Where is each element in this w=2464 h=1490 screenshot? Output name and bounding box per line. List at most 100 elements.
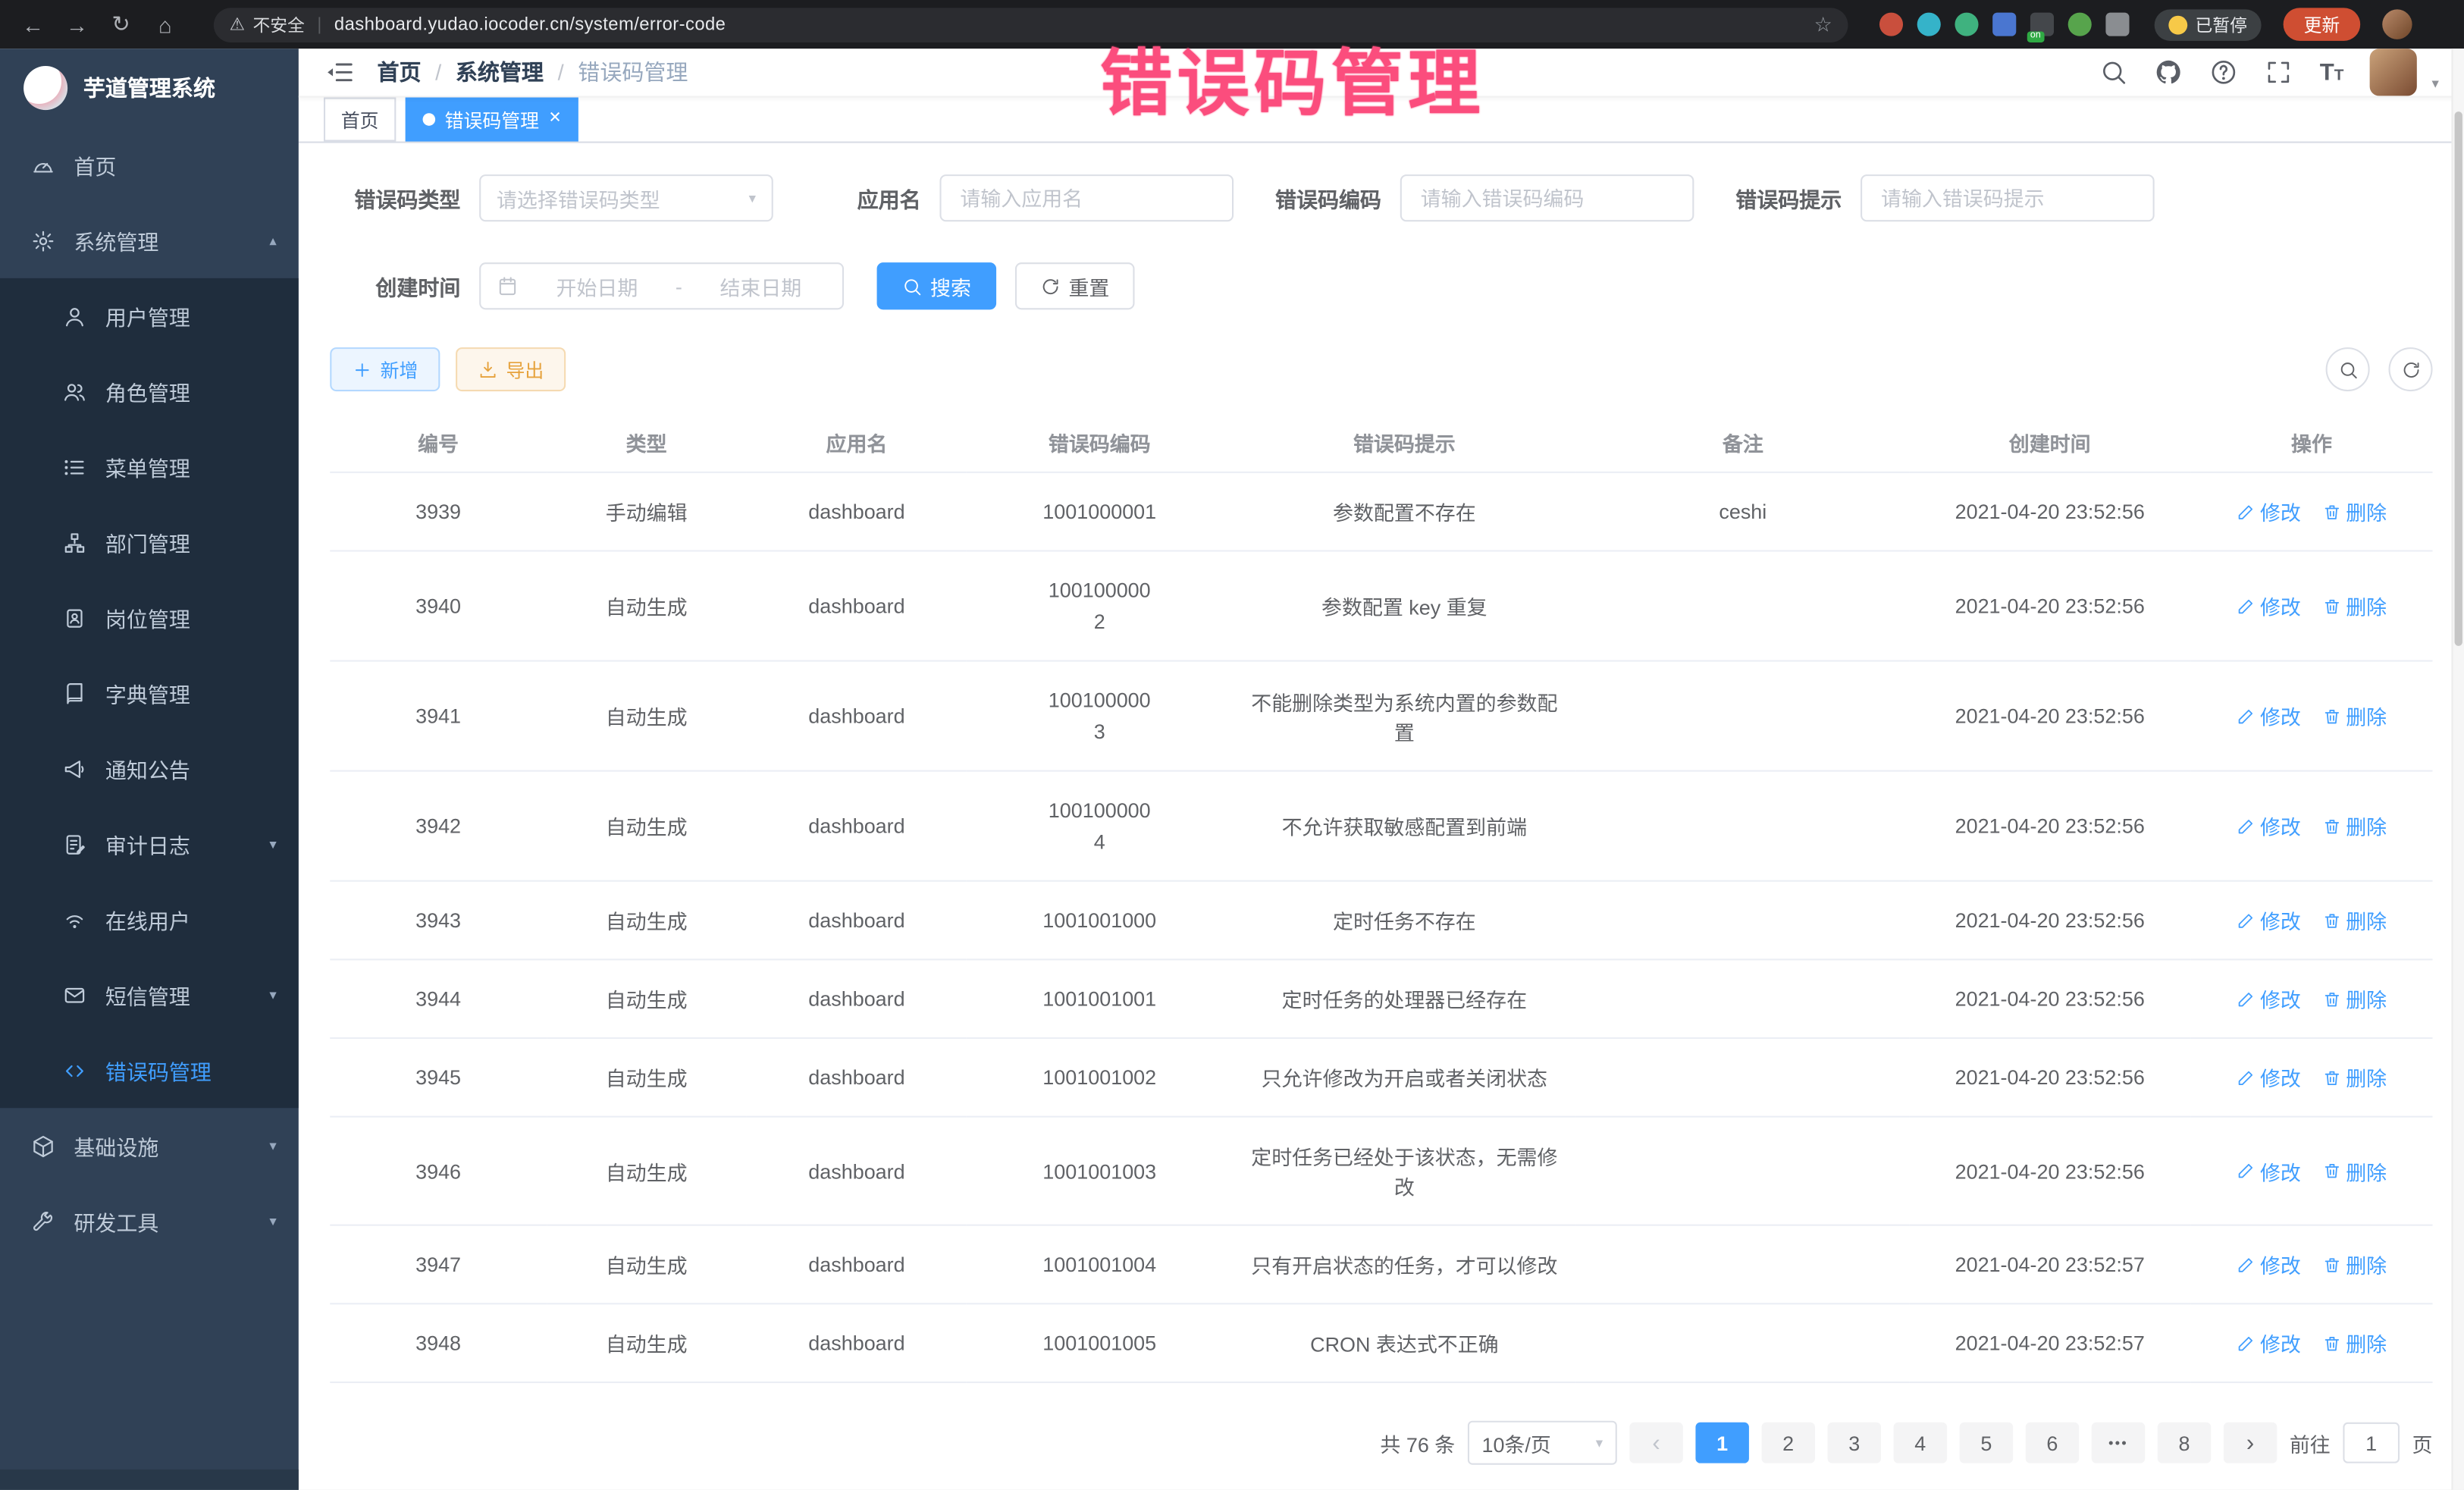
page-scrollbar[interactable] [2451,49,2464,1490]
error-code-input[interactable] [1418,185,1677,212]
search-button[interactable]: 搜索 [877,262,997,309]
sidebar-item-user-mgmt[interactable]: 用户管理 [0,278,299,353]
reset-button[interactable]: 重置 [1015,262,1135,309]
url-text[interactable]: dashboard.yudao.iocoder.cn/system/error-… [334,15,726,34]
edit-link[interactable]: 修改 [2237,1156,2301,1185]
more-pages-button[interactable]: ••• [2092,1423,2145,1463]
end-date-placeholder[interactable]: 结束日期 [694,271,826,301]
breadcrumb-system-mgmt[interactable]: 系统管理 [456,57,544,88]
delete-link[interactable]: 删除 [2322,905,2387,935]
next-page-button[interactable]: › [2224,1423,2277,1463]
tab-home[interactable]: 首页 [324,98,396,142]
delete-link[interactable]: 删除 [2322,1328,2387,1357]
extension-icon-3[interactable] [1955,13,1978,36]
edit-link[interactable]: 修改 [2237,1250,2301,1279]
sidebar-item-dict-mgmt[interactable]: 字典管理 [0,655,299,730]
users-icon [63,380,86,403]
sidebar-item-notice[interactable]: 通知公告 [0,731,299,806]
sidebar-item-post-mgmt[interactable]: 岗位管理 [0,580,299,655]
delete-link[interactable]: 删除 [2322,984,2387,1014]
sidebar-item-system-mgmt[interactable]: 系统管理 ▴ [0,202,299,278]
search-icon[interactable] [2100,58,2128,86]
close-icon[interactable]: ✕ [548,111,561,127]
error-hint-input[interactable] [1878,185,2137,212]
sidebar-collapse-icon[interactable] [324,57,355,88]
trash-icon [2322,911,2341,930]
tab-error-code-mgmt[interactable]: 错误码管理 ✕ [406,98,579,142]
table-row: 3946 自动生成 dashboard 1001001003 定时任务已经处于该… [330,1117,2432,1225]
toggle-search-button[interactable] [2326,347,2370,391]
error-type-select[interactable]: 请选择错误码类型 ▾ [479,174,773,221]
delete-link[interactable]: 删除 [2322,1062,2387,1092]
refresh-table-button[interactable] [2389,347,2433,391]
fullscreen-icon[interactable] [2265,58,2293,86]
add-button[interactable]: 新增 [330,347,440,391]
delete-link[interactable]: 删除 [2322,1250,2387,1279]
page-button-4[interactable]: 4 [1894,1423,1947,1463]
sidebar-item-dept-mgmt[interactable]: 部门管理 [0,504,299,579]
date-range-picker[interactable]: 开始日期 - 结束日期 [479,262,844,309]
edit-link[interactable]: 修改 [2237,701,2301,730]
browser-forward-icon[interactable]: → [60,7,95,42]
page-size-select[interactable]: 10条/页 ▾ [1468,1421,1617,1465]
browser-reload-icon[interactable]: ↻ [104,7,139,42]
edit-link[interactable]: 修改 [2237,591,2301,620]
extension-icon-1[interactable] [1879,13,1903,36]
app-name-input[interactable] [957,185,1216,212]
col-type: 类型 [547,413,746,472]
scrollbar-thumb[interactable] [2455,111,2462,646]
extensions-puzzle-icon[interactable] [2105,13,2129,36]
user-avatar[interactable] [2371,49,2418,96]
breadcrumb-home[interactable]: 首页 [377,57,421,88]
extension-icon-4[interactable] [1992,13,2016,36]
security-indicator[interactable]: ⚠ 不安全 [230,12,305,37]
extension-icon-5[interactable]: on [2030,13,2054,36]
edit-link[interactable]: 修改 [2237,497,2301,526]
browser-update-button[interactable]: 更新 [2284,8,2361,41]
sidebar-item-error-code-mgmt[interactable]: 错误码管理 [0,1033,299,1108]
page-button-3[interactable]: 3 [1827,1423,1880,1463]
browser-home-icon[interactable]: ⌂ [148,7,183,42]
browser-back-icon[interactable]: ← [16,7,51,42]
browser-profile-avatar[interactable] [2382,9,2412,39]
goto-page-input[interactable] [2343,1423,2400,1463]
bookmark-star-icon[interactable]: ☆ [1814,12,1832,37]
sidebar-item-online-users[interactable]: 在线用户 [0,882,299,957]
sidebar-item-infrastructure[interactable]: 基础设施 ▾ [0,1108,299,1183]
org-tree-icon [63,531,86,554]
prev-page-button[interactable]: ‹ [1629,1423,1682,1463]
github-icon[interactable] [2155,58,2183,86]
edit-link[interactable]: 修改 [2237,811,2301,841]
export-button[interactable]: 导出 [456,347,566,391]
page-button-5[interactable]: 5 [1960,1423,2013,1463]
sidebar-item-sms-mgmt[interactable]: 短信管理 ▾ [0,957,299,1032]
font-size-icon[interactable]: TT [2320,61,2344,84]
delete-link[interactable]: 删除 [2322,1156,2387,1185]
page-button-2[interactable]: 2 [1761,1423,1814,1463]
sidebar-item-role-mgmt[interactable]: 角色管理 [0,353,299,428]
sidebar-item-menu-mgmt[interactable]: 菜单管理 [0,429,299,504]
start-date-placeholder[interactable]: 开始日期 [531,271,663,301]
page-button-8[interactable]: 8 [2158,1423,2211,1463]
extension-icon-2[interactable] [1917,13,1941,36]
help-icon[interactable] [2210,58,2238,86]
address-bar[interactable]: ⚠ 不安全 | dashboard.yudao.iocoder.cn/syste… [214,7,1848,42]
sidebar: 芋道管理系统 首页 系统管理 ▴ 用户管理 [0,49,299,1490]
edit-link[interactable]: 修改 [2237,1062,2301,1092]
delete-link[interactable]: 删除 [2322,591,2387,620]
page-button-1[interactable]: 1 [1695,1423,1748,1463]
edit-link[interactable]: 修改 [2237,1328,2301,1357]
delete-link[interactable]: 删除 [2322,701,2387,730]
delete-link[interactable]: 删除 [2322,497,2387,526]
edit-link[interactable]: 修改 [2237,905,2301,935]
sidebar-item-audit-log[interactable]: 审计日志 ▾ [0,806,299,881]
extension-icon-6[interactable] [2068,13,2092,36]
sidebar-item-home[interactable]: 首页 [0,127,299,202]
delete-link[interactable]: 删除 [2322,811,2387,841]
edit-link[interactable]: 修改 [2237,984,2301,1014]
sidebar-item-dev-tools[interactable]: 研发工具 ▾ [0,1184,299,1259]
page-button-6[interactable]: 6 [2026,1423,2079,1463]
chevron-down-icon[interactable]: ▾ [2431,74,2438,92]
app-logo-row[interactable]: 芋道管理系统 [0,49,299,127]
paused-badge[interactable]: 已暂停 [2155,8,2262,39]
